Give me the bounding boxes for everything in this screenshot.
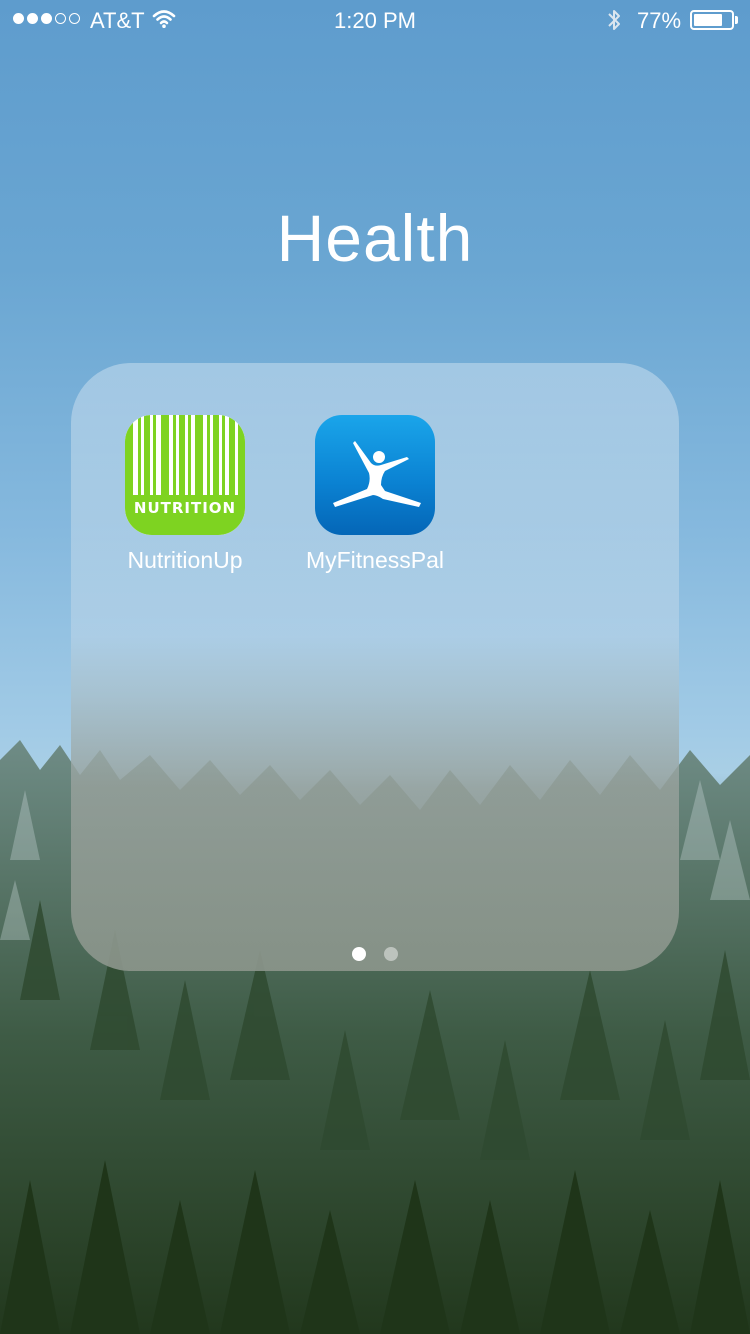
- page-indicator[interactable]: [71, 947, 679, 961]
- barcode-graphic: [125, 415, 245, 535]
- app-label: NutritionUp: [127, 547, 243, 573]
- app-nutritionup[interactable]: NUTRITION NutritionUp: [105, 415, 265, 574]
- page-dot-current[interactable]: [352, 947, 366, 961]
- page-dot[interactable]: [384, 947, 398, 961]
- myfitnesspal-figure-icon[interactable]: [315, 415, 435, 535]
- battery-tip: [735, 16, 738, 24]
- folder-panel: NUTRITION NutritionUp MyFitnessPal: [71, 363, 679, 971]
- battery-icon: [690, 10, 734, 30]
- status-bar: AT&T 1:20 PM 77%: [0, 0, 750, 40]
- bluetooth-icon: [606, 8, 622, 38]
- app-label: MyFitnessPal: [305, 547, 445, 573]
- nutrition-wordmark: NUTRITION: [133, 499, 237, 517]
- nutritionup-barcode-icon[interactable]: NUTRITION: [125, 415, 245, 535]
- folder-title[interactable]: Health: [0, 200, 750, 276]
- battery-percentage: 77%: [637, 8, 682, 33]
- app-myfitnesspal[interactable]: MyFitnessPal: [295, 415, 455, 574]
- battery-level: [694, 14, 722, 26]
- jumping-figure-graphic: [333, 441, 421, 507]
